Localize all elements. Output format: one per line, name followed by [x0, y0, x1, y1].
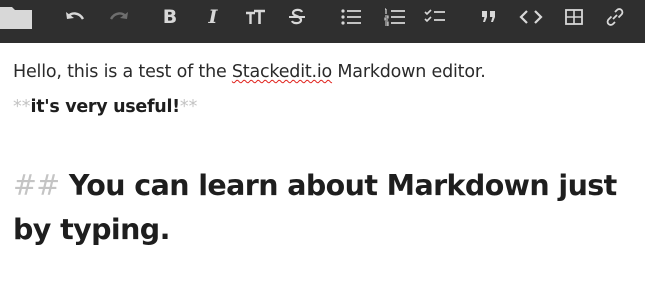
link-icon	[606, 8, 624, 26]
code-icon	[519, 10, 543, 24]
bold-open-marker: **	[13, 97, 31, 117]
link-button[interactable]	[600, 0, 630, 34]
heading-marker: ##	[13, 169, 60, 202]
quote-button[interactable]	[474, 0, 504, 34]
bold-close-marker: **	[179, 97, 198, 117]
folder-button[interactable]	[0, 0, 34, 34]
quote-icon	[482, 11, 495, 22]
checklist-button[interactable]	[420, 0, 450, 34]
misspelled-word: Stackedit.io	[231, 62, 333, 82]
heading-text: You can learn about Markdown just by typ…	[13, 169, 617, 246]
strikethrough-icon	[289, 8, 305, 25]
italic-button[interactable]: I	[198, 0, 228, 34]
bold-icon: B	[162, 5, 178, 28]
editor-toolbar: B I	[0, 0, 645, 43]
bulleted-list-icon	[341, 9, 361, 25]
ordered-list-button[interactable]	[380, 0, 410, 34]
table-button[interactable]	[559, 0, 589, 34]
italic-icon: I	[208, 5, 218, 28]
checklist-icon	[424, 9, 445, 23]
bold-text: it's very useful!	[30, 97, 181, 117]
intro-text-start: Hello, this is a test of the	[13, 62, 232, 82]
bold-button[interactable]: B	[155, 0, 185, 34]
intro-text-end: Markdown editor.	[332, 62, 486, 82]
editor-line-intro: Hello, this is a test of the Stackedit.i…	[13, 62, 486, 82]
table-icon	[565, 9, 583, 25]
strikethrough-button[interactable]	[282, 0, 312, 34]
redo-icon	[109, 12, 128, 20]
undo-button[interactable]	[60, 0, 90, 34]
heading-button[interactable]	[240, 0, 270, 34]
undo-icon	[66, 12, 85, 20]
redo-button[interactable]	[104, 0, 134, 34]
code-button[interactable]	[516, 0, 546, 34]
editor-heading-line: ## You can learn about Markdown just by …	[13, 164, 645, 252]
editor-line-bold: **it's very useful!**	[13, 97, 197, 117]
text-size-icon	[246, 9, 265, 24]
markdown-editor[interactable]: Hello, this is a test of the Stackedit.i…	[0, 43, 645, 295]
folder-icon	[0, 7, 32, 29]
numbered-list-icon	[384, 8, 405, 26]
unordered-list-button[interactable]	[336, 0, 366, 34]
